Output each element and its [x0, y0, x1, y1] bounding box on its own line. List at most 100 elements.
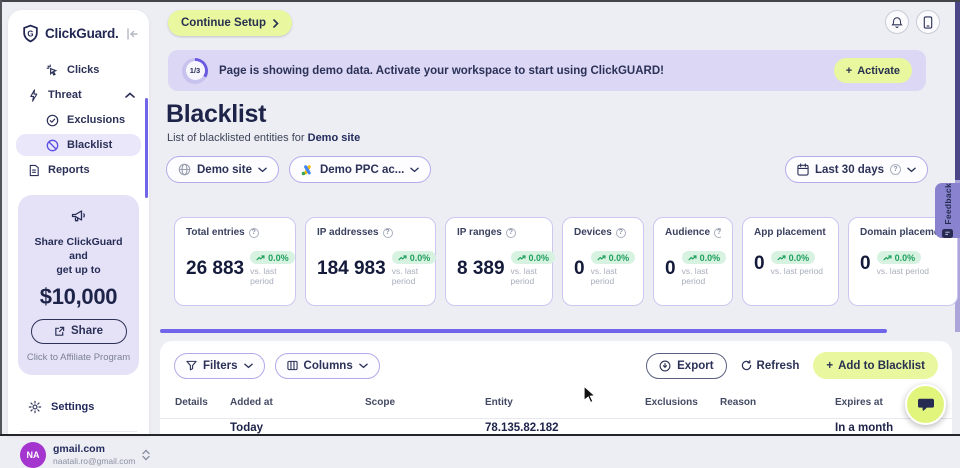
window-left-edge [0, 0, 2, 436]
continue-setup-label: Continue Setup [181, 17, 266, 29]
stat-card-devices: Devices? 0 0.0% vs. last period [562, 217, 644, 306]
cell-added-at: Today [230, 422, 365, 434]
sidebar-item-label: Clicks [67, 64, 99, 76]
ppc-account-value: Demo PPC ac... [320, 164, 404, 176]
trend-badge: 0.0% [250, 251, 295, 264]
site-selector-value: Demo site [197, 164, 252, 176]
stat-card-total-entries: Total entries? 26 883 0.0% vs. last peri… [174, 217, 296, 306]
site-selector[interactable]: Demo site [166, 156, 279, 183]
column-header[interactable]: Details [175, 397, 230, 408]
sidebar-item-reports[interactable]: Reports [16, 159, 141, 181]
chat-widget-button[interactable] [905, 384, 946, 425]
filters-button[interactable]: Filters [174, 353, 265, 379]
stat-card-ip-ranges: IP ranges? 8 389 0.0% vs. last period [445, 217, 553, 306]
continue-setup-button[interactable]: Continue Setup [168, 10, 292, 36]
vs-period-label: vs. last period [250, 266, 284, 286]
stat-label: IP addresses [317, 227, 379, 238]
account-switcher-caret-icon[interactable] [142, 449, 150, 461]
feedback-tab[interactable]: Feedback [935, 183, 960, 238]
trend-up-icon [256, 255, 265, 261]
columns-icon [287, 360, 298, 371]
vs-period-label: vs. last period [682, 266, 721, 286]
affiliate-program-link[interactable]: Click to Affiliate Program [26, 352, 131, 363]
block-icon [46, 139, 59, 152]
info-icon[interactable]: ? [383, 228, 393, 238]
stats-scrollbar-thumb[interactable] [160, 329, 887, 333]
date-range-selector[interactable]: Last 30 days ? [785, 156, 928, 183]
column-header[interactable]: Reason [720, 397, 835, 408]
sidebar-item-blacklist[interactable]: Blacklist [16, 134, 141, 156]
trend-badge: 0.0% [771, 251, 816, 264]
blacklist-table-panel: Filters Columns Export Refresh + Add to … [160, 341, 952, 436]
stat-label: Audience [665, 227, 710, 238]
globe-icon [178, 163, 191, 176]
page-scrollbar-thumb[interactable] [955, 2, 960, 180]
columns-button[interactable]: Columns [275, 353, 380, 379]
column-header[interactable]: Scope [365, 397, 485, 408]
trend-badge: 0.0% [682, 251, 727, 264]
column-header[interactable]: Entity [485, 397, 645, 408]
stat-label: Total entries [186, 227, 245, 238]
refresh-button[interactable]: Refresh [741, 360, 800, 372]
user-email: naatali.ro@gmail.com [53, 456, 135, 466]
clickguard-shield-icon: G [21, 24, 40, 43]
info-icon[interactable]: ? [506, 228, 516, 238]
info-icon[interactable]: ? [616, 228, 626, 238]
info-icon[interactable]: ? [714, 228, 721, 238]
chevron-down-icon [410, 167, 419, 173]
cell-entity: 78.135.82.182 [485, 422, 645, 434]
docs-button[interactable] [916, 10, 940, 34]
sidebar-item-threat[interactable]: Threat [16, 84, 141, 106]
trend-badge: 0.0% [392, 251, 437, 264]
add-to-blacklist-button[interactable]: + Add to Blacklist [813, 352, 938, 379]
column-header[interactable]: Added at [230, 397, 365, 408]
page-subtitle-entity: Demo site [308, 132, 361, 144]
click-icon [46, 64, 59, 77]
promo-text: Share ClickGuard and get up to [26, 235, 131, 278]
export-label: Export [677, 360, 713, 372]
table-toolbar: Filters Columns Export Refresh + Add to … [160, 341, 952, 390]
notifications-button[interactable] [885, 10, 909, 34]
add-to-blacklist-label: Add to Blacklist [838, 360, 925, 372]
ppc-account-selector[interactable]: Demo PPC ac... [289, 156, 431, 183]
stat-value: 184 983 [317, 258, 386, 280]
stat-value: 0 [574, 258, 585, 280]
google-ads-icon [301, 164, 314, 176]
user-info: gmail.com naatali.ro@gmail.com [53, 443, 135, 466]
trend-up-icon [777, 255, 786, 261]
feedback-badge-icon [942, 229, 953, 238]
user-name: gmail.com [53, 443, 135, 455]
chevron-up-icon[interactable] [125, 92, 135, 98]
trend-up-icon [517, 255, 526, 261]
sidebar: G ClickGuard. Clicks Threat Excl [8, 10, 149, 436]
sidebar-item-settings[interactable]: Settings [16, 395, 141, 419]
trend-up-icon [597, 255, 606, 261]
window-top-edge [0, 0, 960, 2]
activate-button[interactable]: + Activate [834, 58, 912, 83]
sidebar-item-exclusions[interactable]: Exclusions [16, 109, 141, 131]
stat-value: 0 [665, 258, 676, 280]
vs-period-label: vs. last period [771, 266, 823, 276]
columns-label: Columns [304, 360, 353, 372]
table-header-row: Details Added at Scope Entity Exclusions… [160, 390, 952, 419]
settings-label: Settings [51, 401, 94, 413]
cell-details [175, 422, 230, 434]
export-button[interactable]: Export [646, 353, 726, 379]
chevron-right-icon [273, 19, 279, 28]
megaphone-icon [70, 208, 88, 224]
info-icon[interactable]: ? [249, 228, 259, 238]
sidebar-item-clicks[interactable]: Clicks [16, 59, 141, 81]
filters-label: Filters [203, 360, 238, 372]
trend-up-icon [688, 255, 697, 261]
table-row[interactable]: Today 78.135.82.182 In a month [160, 419, 952, 434]
cell-exclusions [645, 422, 720, 434]
share-button[interactable]: Share [31, 319, 127, 344]
sidebar-scrollbar-thumb[interactable] [145, 98, 148, 198]
column-header[interactable]: Exclusions [645, 397, 720, 408]
user-account[interactable]: NA gmail.com naatali.ro@gmail.com [8, 432, 149, 468]
collapse-sidebar-icon[interactable] [126, 28, 139, 40]
scope-filters: Demo site Demo PPC ac... [166, 156, 431, 183]
setup-progress-ring: 1/3 [182, 58, 208, 84]
bell-icon [891, 16, 903, 29]
page-subtitle: List of blacklisted entities for Demo si… [167, 132, 360, 144]
